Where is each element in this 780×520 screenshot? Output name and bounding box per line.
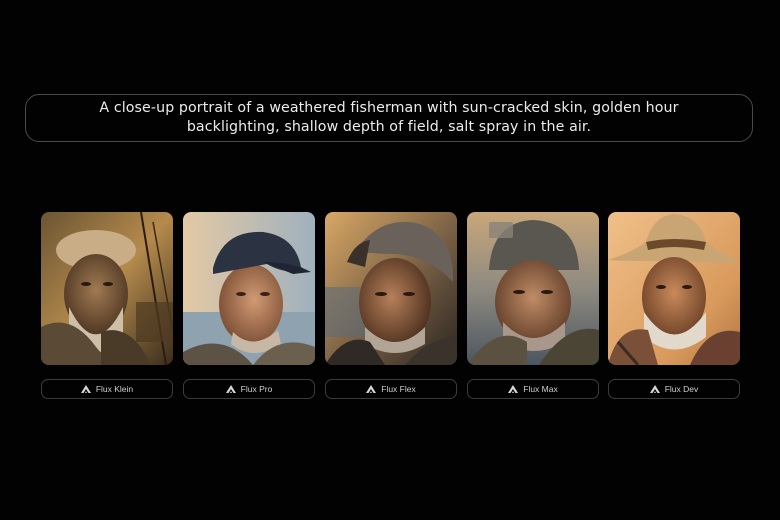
portrait-image (467, 212, 599, 365)
flux-logo-icon (80, 385, 91, 393)
model-label-pill[interactable]: Flux Pro (183, 379, 315, 399)
portrait-image (41, 212, 173, 365)
model-label-pill[interactable]: Flux Flex (325, 379, 457, 399)
model-card-flux-dev[interactable]: Flux Dev (608, 212, 740, 400)
model-label-pill[interactable]: Flux Max (467, 379, 599, 399)
prompt-text: A close-up portrait of a weathered fishe… (99, 100, 679, 135)
model-label-pill[interactable]: Flux Dev (608, 379, 740, 399)
model-label: Flux Flex (381, 384, 416, 394)
model-card-flux-max[interactable]: Flux Max (467, 212, 599, 400)
flux-logo-icon (508, 385, 519, 393)
model-label-pill[interactable]: Flux Klein (41, 379, 173, 399)
model-card-flux-flex[interactable]: Flux Flex (325, 212, 457, 400)
model-label: Flux Pro (240, 384, 273, 394)
prompt-box: A close-up portrait of a weathered fishe… (25, 94, 753, 142)
portrait-image (183, 212, 315, 365)
comparison-stage: A close-up portrait of a weathered fishe… (0, 0, 780, 520)
flux-logo-icon (366, 385, 377, 393)
model-label: Flux Klein (95, 384, 134, 394)
generated-image[interactable] (41, 212, 173, 365)
model-cards: Flux Klein Flux Pro Flux Flex Flux Max F… (41, 212, 740, 400)
generated-image[interactable] (325, 212, 457, 365)
flux-logo-icon (649, 385, 660, 393)
model-label: Flux Max (523, 384, 558, 394)
model-card-flux-klein[interactable]: Flux Klein (41, 212, 173, 400)
generated-image[interactable] (467, 212, 599, 365)
model-label: Flux Dev (664, 384, 699, 394)
portrait-image (325, 212, 457, 365)
generated-image[interactable] (183, 212, 315, 365)
flux-logo-icon (225, 385, 236, 393)
portrait-image (608, 212, 740, 365)
model-card-flux-pro[interactable]: Flux Pro (183, 212, 315, 400)
generated-image[interactable] (608, 212, 740, 365)
